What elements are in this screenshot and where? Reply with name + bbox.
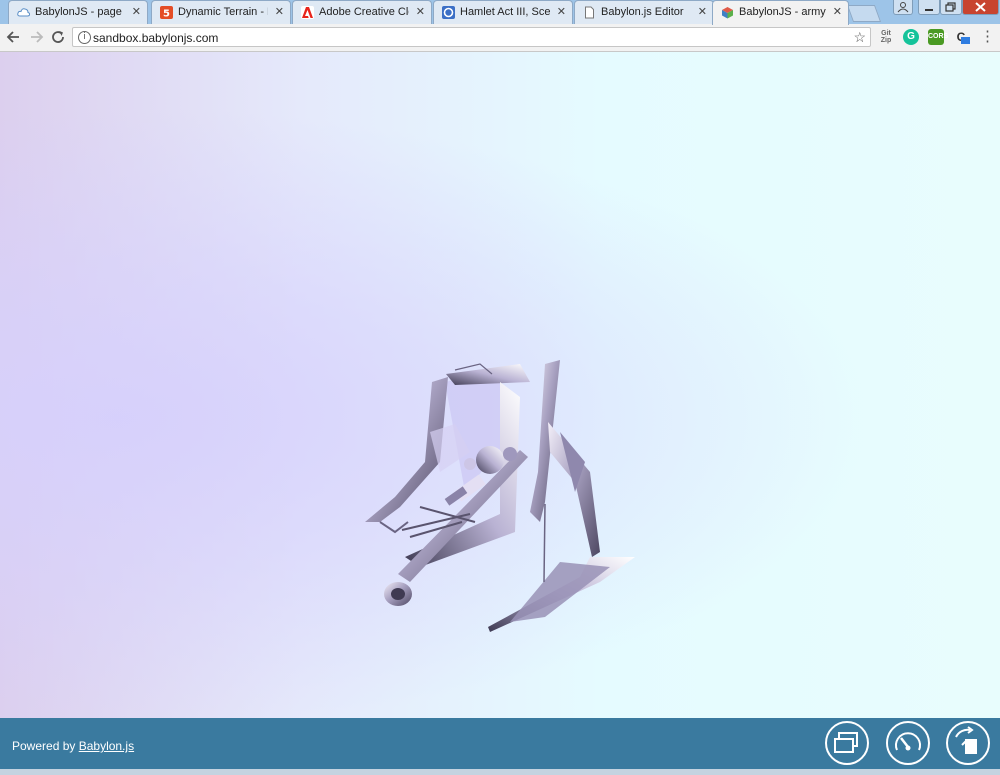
minimize-button[interactable] [918,0,940,15]
close-icon[interactable]: ✕ [416,5,425,19]
viewer-footer: Powered by Babylon.js [0,718,1000,769]
restore-button[interactable] [940,0,962,15]
close-window-button[interactable] [962,0,999,15]
address-bar[interactable]: i sandbox.babylonjs.com ☆ [72,27,871,47]
translate-extension-icon[interactable]: C [953,29,970,45]
speedometer-icon [895,732,921,751]
user-icon [897,2,909,13]
profile-button[interactable] [893,0,913,15]
restore-icon [945,2,956,12]
reload-icon [52,31,64,43]
tab-title: Hamlet Act III, Scene [460,6,550,18]
inspector-button[interactable] [886,721,930,765]
powered-by-prefix: Powered by [12,739,76,753]
forward-button[interactable] [27,28,45,46]
forward-arrow-icon [31,31,44,43]
cors-extension-icon[interactable]: CORS [928,29,948,45]
close-icon[interactable]: ✕ [557,5,566,19]
3d-model [365,360,635,632]
powered-by-text: Powered by Babylon.js [12,739,134,753]
tab-hamlet[interactable]: Hamlet Act III, Scene ✕ [433,0,573,24]
fullscreen-icon [834,732,858,753]
fullscreen-button[interactable] [825,721,869,765]
html5-icon: 5 [160,6,173,20]
browser-menu-button[interactable]: ⋮ [980,28,995,46]
close-icon[interactable]: ✕ [833,5,842,19]
os-taskbar [0,769,1000,775]
reload-button[interactable] [49,28,67,46]
close-icon[interactable]: ✕ [275,5,284,19]
tab-title: BabylonJS - page - JSF [35,6,125,18]
url-text[interactable]: sandbox.babylonjs.com [93,31,218,45]
open-file-button[interactable] [946,721,990,765]
tab-dynamic-terrain[interactable]: 5 Dynamic Terrain - Pag ✕ [151,0,291,24]
cloud-icon [17,6,31,19]
render-canvas[interactable] [0,52,1000,718]
tab-babylonjs-armyunit[interactable]: BabylonJS - armyunit ✕ [712,0,849,25]
close-icon[interactable]: ✕ [132,5,141,19]
translate-badge [961,37,970,44]
tab-title: Adobe Creative Cloud [319,6,409,18]
page-icon [583,6,596,19]
star-icon[interactable]: ☆ [853,29,866,46]
tab-babylonjs-page[interactable]: BabylonJS - page - JSF ✕ [8,0,148,24]
new-tab-button[interactable] [846,5,882,22]
cube-icon [721,6,734,19]
upload-icon [955,726,977,754]
tab-strip: BabylonJS - page - JSF ✕ 5 Dynamic Terra… [0,0,1000,25]
grammarly-extension-icon[interactable]: G [903,29,919,45]
babylonjs-link[interactable]: Babylon.js [79,739,134,753]
svg-text:5: 5 [163,9,170,20]
adobe-icon [301,6,314,19]
browser-toolbar: i sandbox.babylonjs.com ☆ Git Zip G CORS… [0,24,1000,52]
gitzip-extension-icon[interactable]: Git Zip [878,29,894,45]
tab-title: Babylon.js Editor [601,6,684,18]
close-icon [975,2,986,12]
close-icon[interactable]: ✕ [698,5,707,19]
tab-title: BabylonJS - armyunit [739,6,826,18]
book-icon [442,6,455,19]
tab-adobe-creative-cloud[interactable]: Adobe Creative Cloud ✕ [292,0,432,24]
minimize-icon [925,9,933,11]
back-arrow-icon [6,31,19,43]
tab-title: Dynamic Terrain - Pag [178,6,268,18]
back-button[interactable] [5,28,23,46]
tab-babylonjs-editor[interactable]: Babylon.js Editor ✕ [574,0,714,24]
info-icon[interactable]: i [78,31,91,44]
